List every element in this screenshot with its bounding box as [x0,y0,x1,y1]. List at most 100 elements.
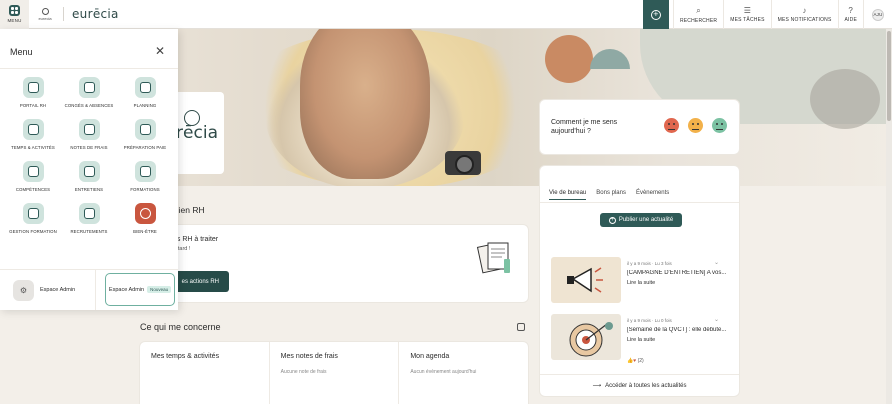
small-logo-text: eurecia [38,15,52,21]
search-button[interactable]: ⌕ RECHERCHER [672,0,723,29]
article-title[interactable]: [CAMPAGNE D'ENTRETIEN] A vos... [627,270,729,276]
avatar: AJU [872,8,884,21]
app-label: BIEN-ÊTRE [133,229,157,234]
new-badge: Nouveau [147,286,172,293]
recruitment-icon [78,203,100,224]
menu-title: Menu [10,47,33,57]
tabs-divider [540,202,739,203]
top-bar: MENU eurecia eurēcia + ⌕ RECHERCHER ☰ ME… [0,0,892,29]
scrollbar-thumb[interactable] [887,31,891,121]
admin-section: ⚙ Espace Admin Espace Admin Nouveau [0,269,178,310]
tile-agenda[interactable]: Mon agenda Aucun évènement aujourd'hui [399,342,528,404]
rh-actions-count: ns RH à traiter [173,236,219,243]
payroll-icon [134,119,156,140]
help-icon: ? [848,6,854,15]
publish-news-button[interactable]: + Publier une actualité [600,213,682,227]
brand-logo[interactable]: eurēcia [72,7,119,21]
tab-vie-de-bureau[interactable]: Vie de bureau [549,190,587,200]
mood-question: Comment je me sens aujourd'hui ? [551,119,618,135]
tile-subtitle: Aucun évènement aujourd'hui [410,369,477,375]
page-scrollbar[interactable] [886,29,892,404]
close-icon[interactable]: ✕ [155,45,165,57]
menu-app-recrutements[interactable]: RECRUTEMENTS [61,203,117,234]
news-card: Vie de bureau Bons plans Évènements + Pu… [539,165,740,397]
menu-app-competences[interactable]: COMPÉTENCES [5,161,61,192]
portal-icon [22,77,44,98]
admin-space-button[interactable]: ⚙ Espace Admin [0,270,96,310]
tile-expense-notes[interactable]: Mes notes de frais Aucune note de frais [270,342,400,404]
interviews-icon [78,161,100,182]
article-title[interactable]: [Semaine de la QVCT] : elle débute... [627,327,729,333]
article-meta: il y a 9 mois · Lu 3 fois [627,261,672,266]
new-admin-label: Espace Admin [108,286,145,293]
tab-evenements[interactable]: Évènements [636,190,669,200]
notifications-button[interactable]: ♪ MES NOTIFICATIONS [770,0,838,29]
tab-bons-plans[interactable]: Bons plans [596,190,626,200]
mood-card: Comment je me sens aujourd'hui ? [539,99,740,155]
all-news-link[interactable]: ⟶ Accéder à toutes les actualités [540,374,739,396]
help-button[interactable]: ? AIDE [837,0,863,29]
wellbeing-icon [134,203,156,224]
megaphone-icon [567,267,603,293]
menu-app-temps-activites[interactable]: TEMPS & ACTIVITÉS [5,119,61,150]
training-management-icon [22,203,44,224]
edit-icon[interactable] [517,323,525,331]
skills-icon [22,161,44,182]
hero-decor-blob [810,69,880,129]
plus-icon: + [608,216,616,224]
planning-icon [134,77,156,98]
menu-app-notes-de-frais[interactable]: NOTES DE FRAIS [61,119,117,150]
news-article[interactable]: il y a 9 mois · Lu 3 fois ⌄ [CAMPAGNE D'… [551,257,731,313]
menu-app-planning[interactable]: PLANNING [117,77,173,108]
more-options-icon[interactable]: ⌄ [714,316,719,323]
neutral-face-icon[interactable] [688,118,703,133]
training-icon [134,161,156,182]
menu-button[interactable]: MENU [0,0,29,29]
menu-app-portail-rh[interactable]: PORTAIL RH [5,77,61,108]
happy-face-icon[interactable] [712,118,727,133]
tile-title: Mes notes de frais [280,353,338,360]
read-more-link[interactable]: Lire la suite [627,337,655,343]
sad-face-icon[interactable] [664,118,679,133]
quick-add-button[interactable]: + [642,0,669,29]
grid-icon [9,5,20,16]
app-label: COMPÉTENCES [15,187,51,192]
hero-decor-arch [590,49,630,69]
app-menu-panel: Menu ✕ PORTAIL RH CONGÉS & ABSENCES PLAN… [0,29,178,310]
concern-tiles: Mes temps & activités Mes notes de frais… [139,341,529,404]
tile-title: Mon agenda [410,353,450,360]
menu-app-bien-etre[interactable]: BIEN-ÊTRE [117,203,173,234]
rh-actions-card: ns RH à traiter retard ! es actions RH [139,224,529,303]
logo-mark-icon [41,7,49,15]
article-meta: il y a 9 mois · Lu 0 fois [627,318,672,323]
logo-smile-icon [184,110,200,126]
read-more-link[interactable]: Lire la suite [627,280,655,286]
menu-label: MENU [7,18,22,23]
bell-icon: ♪ [802,6,807,15]
app-label: RECRUTEMENTS [70,229,108,234]
news-article[interactable]: il y a 9 mois · Lu 0 fois ⌄ [Semaine de … [551,314,731,370]
search-label: RECHERCHER [679,17,718,24]
menu-app-formations[interactable]: FORMATIONS [117,161,173,192]
menu-app-conges-absences[interactable]: CONGÉS & ABSENCES [61,77,117,108]
documents-illustration [476,242,510,274]
app-label: PORTAIL RH [19,103,47,108]
tile-time-activities[interactable]: Mes temps & activités [140,342,270,404]
more-options-icon[interactable]: ⌄ [714,259,719,266]
small-logo[interactable]: eurecia [35,7,55,21]
notifications-label: MES NOTIFICATIONS [777,17,832,23]
divider [63,7,64,21]
menu-app-gestion-formation[interactable]: GESTION FORMATION [5,203,61,234]
tasks-button[interactable]: ☰ MES TÂCHES [723,0,770,29]
menu-app-entretiens[interactable]: ENTRETIENS [61,161,117,192]
publish-label: Publier une actualité [618,217,674,223]
menu-divider [0,68,178,69]
camera-illustration [445,151,481,175]
concern-section-title: Ce qui me concerne [140,322,221,332]
menu-app-preparation-paie[interactable]: PRÉPARATION PAIE [117,119,173,150]
user-menu[interactable]: AJU [863,0,892,29]
search-icon: ⌕ [696,5,701,15]
new-admin-space-button[interactable]: Espace Admin Nouveau [105,273,175,306]
reactions[interactable]: 👍♥ (2) [627,358,644,364]
all-news-label: Accéder à toutes les actualités [605,382,687,389]
